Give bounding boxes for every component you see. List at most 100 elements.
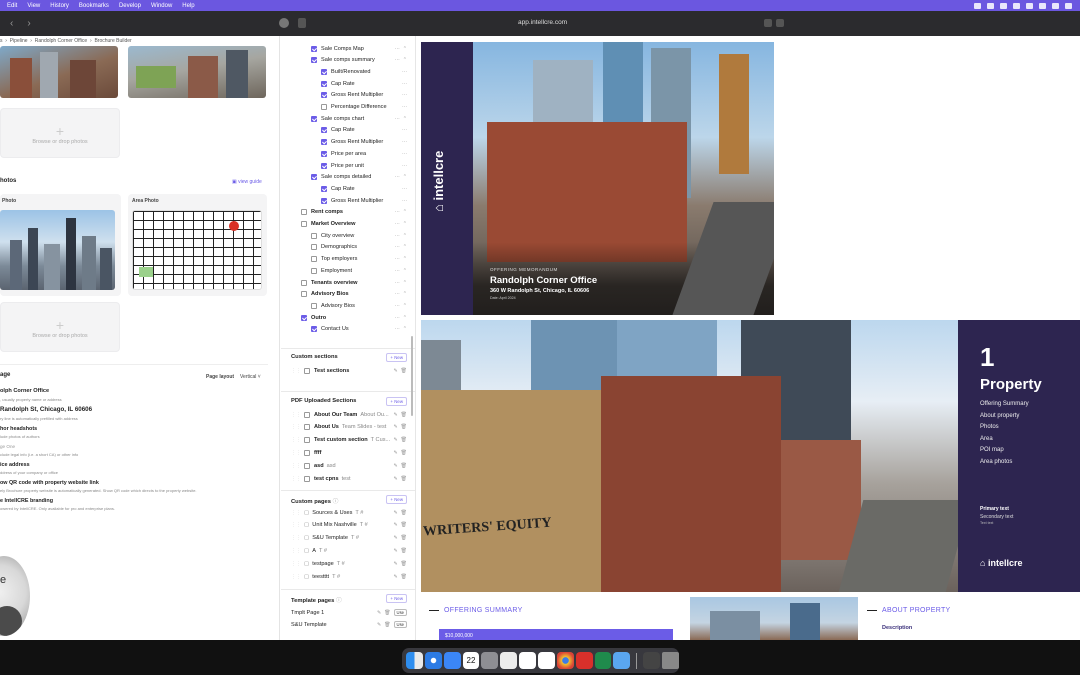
section-row[interactable]: Gross Rent Multiplier — [321, 195, 383, 206]
more-icon[interactable]: ··· — [402, 104, 407, 110]
trash-icon[interactable]: 🗑 — [401, 561, 407, 567]
section-checkbox[interactable] — [301, 221, 307, 227]
preview-icon[interactable] — [613, 652, 631, 669]
section-row[interactable]: Sale comps chart — [311, 113, 364, 124]
chevron-icon[interactable]: ⌃ — [403, 57, 407, 63]
chevron-icon[interactable]: ⌃ — [403, 268, 407, 274]
section-row[interactable]: Market Overview — [301, 219, 355, 230]
section-row[interactable]: Percentage Difference — [321, 102, 387, 113]
section-row[interactable]: Sale comps detailed — [311, 172, 371, 183]
edit-icon[interactable]: ✎ — [393, 437, 397, 443]
trash-icon[interactable]: 🗑 — [401, 412, 407, 418]
edit-icon[interactable]: ✎ — [393, 463, 397, 469]
drag-handle-icon[interactable]: ⋮⋮ — [291, 424, 301, 430]
chevron-right-icon[interactable]: › — [27, 18, 30, 29]
trash-icon[interactable]: 🗑 — [401, 463, 407, 469]
trash-icon[interactable]: 🗑 — [401, 522, 407, 528]
photo-dropzone[interactable]: + Browse or drop photos — [0, 108, 120, 158]
more-icon[interactable]: ··· — [402, 186, 407, 192]
more-icon[interactable]: ··· — [395, 209, 400, 215]
edit-icon[interactable]: ✎ — [393, 476, 397, 482]
drag-handle-icon[interactable]: ⋮⋮ — [291, 561, 301, 567]
photo-page[interactable] — [690, 597, 858, 640]
section-row[interactable]: Outro — [301, 312, 326, 323]
edit-icon[interactable]: ✎ — [393, 535, 397, 541]
chevron-left-icon[interactable]: ‹ — [10, 18, 13, 29]
toc-item[interactable]: Photos — [980, 424, 1080, 430]
custom-page-row[interactable]: ⋮⋮ ▢ S&U Template T # — [291, 533, 359, 544]
more-icon[interactable]: ··· — [395, 268, 400, 274]
section-checkbox[interactable] — [311, 267, 317, 274]
edit-icon[interactable]: ✎ — [393, 412, 397, 418]
section-page[interactable]: WRITERS' EQUITY 1 Property Offering Summ… — [421, 320, 1080, 592]
section-checkbox[interactable] — [301, 209, 307, 216]
more-icon[interactable]: ··· — [395, 221, 400, 227]
new-pdf-section-button[interactable]: + New — [386, 397, 407, 406]
section-row[interactable]: Price per area — [321, 148, 366, 159]
drag-handle-icon[interactable]: ⋮⋮ — [291, 437, 301, 443]
edit-icon[interactable]: ✎ — [393, 424, 397, 430]
section-row[interactable]: Rent comps — [301, 207, 343, 218]
more-icon[interactable]: ··· — [395, 116, 400, 122]
siri-icon[interactable] — [1065, 2, 1072, 9]
chevron-icon[interactable]: ⌃ — [403, 209, 407, 215]
chevron-icon[interactable]: ⌃ — [403, 221, 407, 227]
trash-icon[interactable]: 🗑 — [401, 574, 407, 580]
menu-history[interactable]: History — [50, 3, 69, 9]
menu-bookmarks[interactable]: Bookmarks — [79, 3, 109, 9]
notion-icon[interactable] — [538, 652, 555, 669]
edit-icon[interactable]: ✎ — [393, 574, 397, 580]
drag-handle-icon[interactable]: ⋮⋮ — [291, 450, 301, 456]
trash-icon[interactable]: 🗑 — [401, 437, 407, 443]
finder-icon[interactable] — [406, 652, 423, 669]
more-icon[interactable]: ··· — [395, 233, 400, 239]
more-icon[interactable]: ··· — [395, 303, 400, 309]
section-row[interactable]: Cap Rate — [321, 183, 355, 194]
vpn-icon[interactable] — [1013, 2, 1020, 9]
pdf-section-row[interactable]: ⋮⋮ ffff — [291, 447, 324, 458]
drag-handle-icon[interactable]: ⋮⋮ — [291, 412, 301, 418]
trash-icon[interactable]: 🗑 — [401, 548, 407, 554]
section-row[interactable]: Contact Us — [311, 324, 349, 335]
menu-help[interactable]: Help — [182, 3, 194, 9]
toc-item[interactable]: Offering Summary — [980, 401, 1080, 407]
photo-thumbnail[interactable] — [0, 46, 118, 98]
section-row[interactable]: Demographics — [311, 242, 357, 253]
trash-icon[interactable]: 🗑 — [401, 424, 407, 430]
section-checkbox[interactable] — [321, 185, 327, 192]
section-row[interactable]: Sale comps summary — [311, 55, 375, 66]
section-checkbox[interactable] — [321, 150, 327, 157]
chrome-icon[interactable] — [556, 652, 574, 669]
more-icon[interactable]: ··· — [395, 244, 400, 250]
menu-edit[interactable]: Edit — [7, 3, 17, 9]
chevron-icon[interactable]: ⌃ — [403, 303, 407, 309]
toc-item[interactable]: POI map — [980, 447, 1080, 453]
template-page-row[interactable]: Tmplt Page 1 — [291, 607, 324, 618]
title-field[interactable]: olph Corner Office — [0, 388, 49, 394]
breadcrumb-item[interactable]: s — [0, 38, 3, 44]
screen-mirror-icon[interactable] — [974, 2, 981, 9]
section-row[interactable]: Gross Rent Multiplier — [321, 90, 383, 101]
tabs-icon[interactable] — [776, 19, 784, 27]
section-checkbox[interactable] — [304, 475, 310, 482]
section-row[interactable]: Top employers — [311, 254, 357, 265]
section-checkbox[interactable] — [304, 367, 310, 374]
info-icon[interactable]: ⓘ — [333, 499, 339, 505]
branding-toggle[interactable]: e IntellCRE branding — [0, 498, 53, 504]
section-checkbox[interactable] — [311, 232, 317, 239]
chevron-icon[interactable]: ⌃ — [403, 233, 407, 239]
edit-icon[interactable]: ✎ — [393, 561, 397, 567]
section-checkbox[interactable] — [304, 424, 310, 431]
trash-icon[interactable] — [662, 652, 680, 669]
wifi-icon[interactable] — [1039, 2, 1046, 9]
control-center-icon[interactable] — [1026, 2, 1033, 9]
template-page-row[interactable]: S&U Template — [291, 619, 327, 630]
more-icon[interactable]: ··· — [402, 69, 407, 75]
menu-develop[interactable]: Develop — [119, 3, 141, 9]
section-checkbox[interactable] — [304, 411, 310, 418]
custom-page-row[interactable]: ⋮⋮ ▢ Sources & Uses T # — [291, 507, 363, 518]
custom-page-row[interactable]: ⋮⋮ ▢ testpage T # — [291, 558, 345, 569]
drag-handle-icon[interactable]: ⋮⋮ — [291, 368, 301, 374]
section-checkbox[interactable] — [311, 326, 317, 333]
section-checkbox[interactable] — [311, 244, 317, 251]
